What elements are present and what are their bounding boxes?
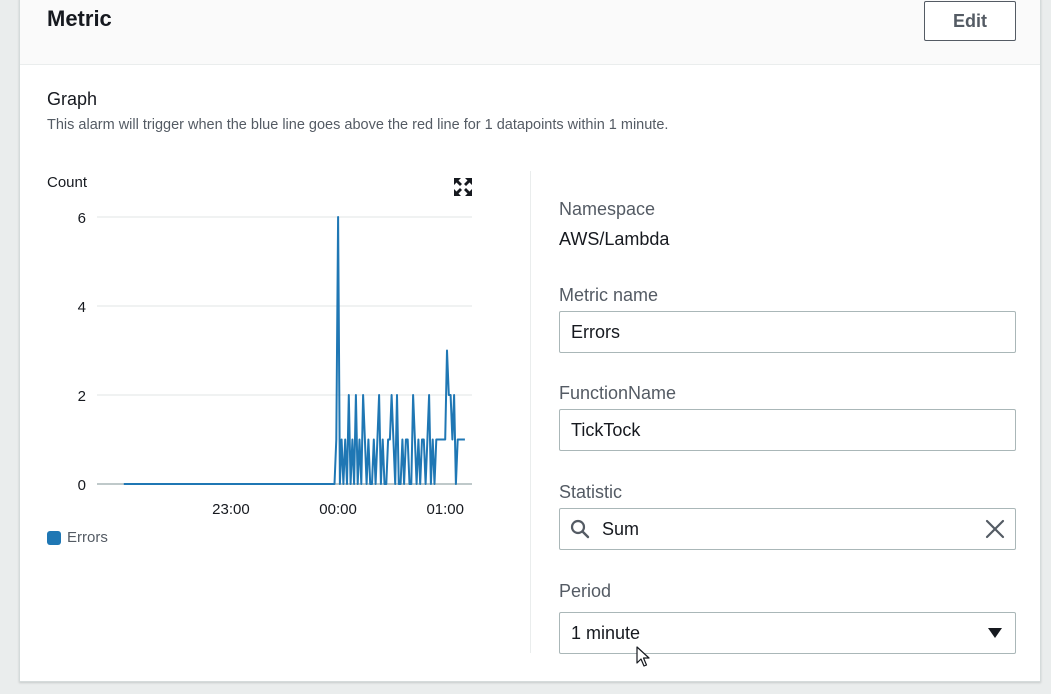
legend-label-errors: Errors <box>67 529 108 546</box>
x-tick-label: 00:00 <box>319 501 357 518</box>
namespace-label: Namespace <box>559 199 656 219</box>
expand-icon[interactable] <box>453 177 473 197</box>
function-name-label: FunctionName <box>559 383 677 403</box>
series-line-errors <box>123 216 465 485</box>
function-name-field[interactable]: TickTock <box>559 409 1016 451</box>
column-divider <box>530 171 531 653</box>
y-tick-label: 0 <box>78 477 86 494</box>
mouse-cursor-icon <box>636 646 650 667</box>
y-tick-label: 4 <box>78 299 86 316</box>
x-tick-label: 23:00 <box>212 501 250 518</box>
metric-panel: Metric Edit Graph This alarm will trigge… <box>19 0 1041 682</box>
y-tick-label: 2 <box>78 388 86 405</box>
legend-swatch-errors <box>47 530 61 545</box>
metric-name-field[interactable]: Errors <box>559 311 1016 353</box>
close-icon[interactable] <box>985 519 1005 539</box>
search-icon <box>570 519 590 539</box>
errors-chart: Count 6 4 2 0 23:00 00:00 01:00 <box>47 174 472 518</box>
period-value: 1 minute <box>571 623 641 643</box>
statistic-search-input[interactable]: Sum <box>559 508 1016 550</box>
metric-name-value: Errors <box>571 322 620 342</box>
period-select[interactable]: 1 minute <box>559 612 1016 654</box>
caret-down-icon <box>988 628 1002 638</box>
y-axis-label: Count <box>47 174 88 191</box>
chart-legend: Errors <box>47 529 108 546</box>
metric-name-label: Metric name <box>559 285 659 305</box>
chart-area: Count 6 4 2 0 23:00 00:00 01:00 <box>20 0 540 683</box>
function-name-value: TickTock <box>571 420 641 440</box>
statistic-label: Statistic <box>559 482 623 502</box>
x-tick-label: 01:00 <box>426 501 464 518</box>
y-tick-label: 6 <box>78 210 86 227</box>
namespace-value: AWS/Lambda <box>559 229 670 249</box>
statistic-value: Sum <box>602 519 640 539</box>
period-label: Period <box>559 581 612 601</box>
edit-button[interactable]: Edit <box>924 1 1016 41</box>
